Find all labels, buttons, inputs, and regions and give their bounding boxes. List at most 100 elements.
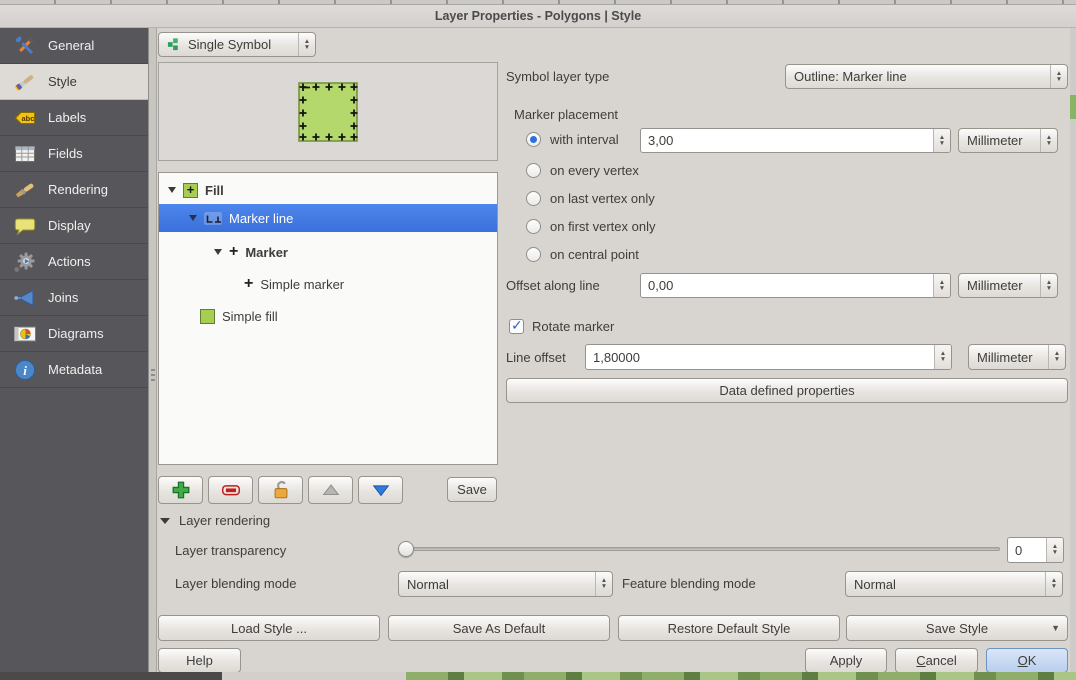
polygon-symbol-preview-image <box>295 79 361 145</box>
restore-default-style-button[interactable]: Restore Default Style <box>618 615 840 641</box>
transparency-spinbox[interactable]: 0 ▲▼ <box>1007 537 1064 563</box>
save-symbol-button[interactable]: Save <box>447 477 497 502</box>
offset-along-line-label: Offset along line <box>506 278 600 293</box>
radio-on-first-vertex-only[interactable]: on first vertex only <box>526 219 656 234</box>
transparency-slider-track[interactable] <box>399 547 1000 551</box>
sidebar-item-diagrams[interactable]: Diagrams <box>0 316 148 352</box>
simple-marker-icon: + <box>244 277 253 291</box>
tree-row-fill[interactable]: + Fill <box>159 176 497 204</box>
sidebar-item-actions[interactable]: Actions <box>0 244 148 280</box>
tree-row-simple-marker[interactable]: + Simple marker <box>159 270 497 298</box>
spinner-arrows-icon[interactable]: ▲▼ <box>1050 65 1067 88</box>
spinner-arrows-icon[interactable]: ▲▼ <box>1046 538 1063 562</box>
splitter-grip-icon <box>151 379 155 381</box>
layer-rendering-section-header[interactable]: Layer rendering <box>160 513 270 528</box>
sidebar-item-label: General <box>48 38 94 53</box>
transparency-slider-handle[interactable] <box>398 541 414 557</box>
section-label: Layer rendering <box>179 513 270 528</box>
sidebar-item-style[interactable]: Style <box>0 64 148 100</box>
move-down-button[interactable] <box>358 476 403 504</box>
splitter-grip-icon <box>151 369 155 371</box>
radio-button-icon[interactable] <box>526 219 541 234</box>
interval-unit-select[interactable]: Millimeter ▲▼ <box>958 128 1058 153</box>
sidebar-item-label: Labels <box>48 110 86 125</box>
info-icon: i <box>12 357 38 383</box>
load-style-button[interactable]: Load Style ... <box>158 615 380 641</box>
plus-icon <box>170 479 192 501</box>
spinner-arrows-icon[interactable]: ▲▼ <box>1045 572 1062 596</box>
sidebar-item-labels[interactable]: abc Labels <box>0 100 148 136</box>
sidebar-item-metadata[interactable]: i Metadata <box>0 352 148 388</box>
radio-with-interval[interactable]: with interval <box>526 132 619 147</box>
renderer-select[interactable]: Single Symbol ▲▼ <box>158 32 316 57</box>
expander-icon[interactable] <box>168 187 176 193</box>
map-canvas-sliver <box>406 672 1076 680</box>
sidebar-item-label: Fields <box>48 146 83 161</box>
sidebar-item-label: Joins <box>48 290 78 305</box>
spinner-arrows-icon[interactable]: ▲▼ <box>595 572 612 596</box>
panel-splitter[interactable] <box>148 28 157 672</box>
expander-icon[interactable] <box>214 249 222 255</box>
add-symbol-layer-button[interactable] <box>158 476 203 504</box>
transparency-value: 0 <box>1008 543 1046 558</box>
feature-blending-select[interactable]: Normal ▲▼ <box>845 571 1063 597</box>
tree-row-simple-fill[interactable]: + Simple fill <box>159 302 497 330</box>
offset-along-line-spinbox[interactable]: 0,00 ▲▼ <box>640 273 951 298</box>
radio-on-last-vertex-only[interactable]: on last vertex only <box>526 191 655 206</box>
apply-button[interactable]: Apply <box>805 648 887 673</box>
expander-icon[interactable] <box>189 215 197 221</box>
speech-bubble-icon <box>12 213 38 239</box>
save-style-menu-button[interactable]: Save Style ▼ <box>846 615 1068 641</box>
renderer-value: Single Symbol <box>188 37 292 52</box>
tree-label: Simple marker <box>260 277 344 292</box>
move-up-button[interactable] <box>308 476 353 504</box>
marker-line-icon <box>204 212 222 225</box>
data-defined-properties-button[interactable]: Data defined properties <box>506 378 1068 403</box>
radio-button-icon[interactable] <box>526 191 541 206</box>
sidebar-item-display[interactable]: Display <box>0 208 148 244</box>
save-as-default-button[interactable]: Save As Default <box>388 615 610 641</box>
brush-icon <box>12 177 38 203</box>
spinner-arrows-icon[interactable]: ▲▼ <box>1040 274 1057 297</box>
tree-row-marker-line[interactable]: Marker line <box>159 204 497 232</box>
spinner-arrows-icon[interactable]: ▲▼ <box>1040 129 1057 152</box>
layer-blending-select[interactable]: Normal ▲▼ <box>398 571 613 597</box>
radio-button-icon[interactable] <box>526 247 541 262</box>
background-light-edge <box>222 672 406 680</box>
remove-symbol-layer-button[interactable] <box>208 476 253 504</box>
radio-on-every-vertex[interactable]: on every vertex <box>526 163 639 178</box>
radio-on-central-point[interactable]: on central point <box>526 247 639 262</box>
sidebar-item-rendering[interactable]: Rendering <box>0 172 148 208</box>
radio-button-icon[interactable] <box>526 132 541 147</box>
interval-spinbox[interactable]: 3,00 ▲▼ <box>640 128 951 153</box>
spinner-arrows-icon[interactable]: ▲▼ <box>934 345 951 369</box>
marker-placement-label: Marker placement <box>514 107 618 122</box>
offset-value: 0,00 <box>641 278 933 293</box>
sidebar-item-general[interactable]: General <box>0 28 148 64</box>
spinner-arrows-icon[interactable]: ▲▼ <box>933 274 950 297</box>
lock-button[interactable] <box>258 476 303 504</box>
dropdown-arrow-icon: ▼ <box>1051 623 1060 633</box>
sidebar-item-fields[interactable]: Fields <box>0 136 148 172</box>
symbol-preview <box>158 62 498 161</box>
line-offset-value: 1,80000 <box>586 350 934 365</box>
ok-button[interactable]: OK <box>986 648 1068 673</box>
rotate-marker-checkbox[interactable] <box>509 319 524 334</box>
radio-button-icon[interactable] <box>526 163 541 178</box>
cancel-button[interactable]: Cancel <box>895 648 978 673</box>
svg-text:abc: abc <box>22 114 35 123</box>
offset-unit-select[interactable]: Millimeter ▲▼ <box>958 273 1058 298</box>
spinner-arrows-icon[interactable]: ▲▼ <box>1048 345 1065 369</box>
map-sliver <box>1070 95 1076 119</box>
line-offset-spinbox[interactable]: 1,80000 ▲▼ <box>585 344 952 370</box>
help-button[interactable]: Help <box>158 648 241 673</box>
symbol-layer-type-select[interactable]: Outline: Marker line ▲▼ <box>785 64 1068 89</box>
rotate-marker-label: Rotate marker <box>532 319 614 334</box>
spinner-arrows-icon[interactable]: ▲▼ <box>933 129 950 152</box>
sidebar-item-label: Display <box>48 218 91 233</box>
line-offset-label: Line offset <box>506 350 566 365</box>
sidebar-item-joins[interactable]: Joins <box>0 280 148 316</box>
tree-row-marker[interactable]: + Marker <box>159 238 497 266</box>
line-offset-unit-select[interactable]: Millimeter ▲▼ <box>968 344 1066 370</box>
spinner-arrows-icon[interactable]: ▲▼ <box>298 33 315 56</box>
